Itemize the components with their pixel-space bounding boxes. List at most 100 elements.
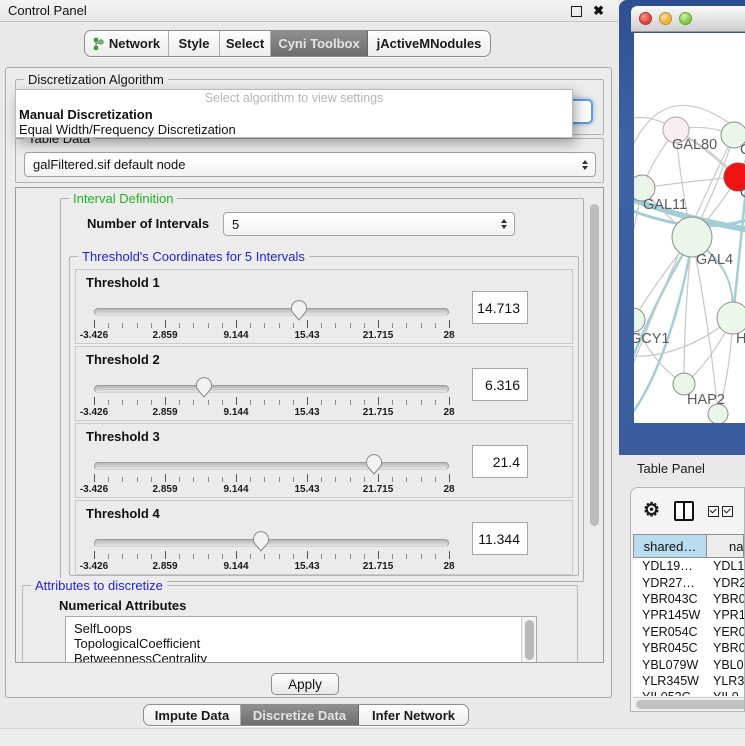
threshold-2-value-field[interactable]: 6.316 bbox=[472, 368, 528, 401]
tick-label: 21.715 bbox=[363, 484, 394, 495]
minimize-traffic-light-icon[interactable] bbox=[659, 12, 672, 25]
network-window-titlebar[interactable] bbox=[631, 6, 745, 32]
tick-mark bbox=[122, 554, 123, 559]
tick-mark bbox=[350, 400, 351, 405]
table-row[interactable]: YDL19…YDL1 bbox=[633, 558, 744, 574]
numerical-attributes-list[interactable]: SelfLoopsTopologicalCoefficientBetweenne… bbox=[65, 616, 537, 663]
table-row[interactable]: YDR27…YDR2 bbox=[633, 574, 744, 590]
threshold-4-slider[interactable]: -3.4262.8599.14415.4321.71528 bbox=[94, 531, 449, 573]
tick-mark bbox=[335, 323, 336, 328]
tick-mark bbox=[279, 554, 280, 559]
tick-mark bbox=[364, 477, 365, 482]
tick-mark bbox=[364, 400, 365, 405]
attributes-group-title: Attributes to discretize bbox=[31, 578, 167, 593]
tab-style[interactable]: Style bbox=[169, 31, 220, 56]
threshold-3-slider[interactable]: -3.4262.8599.14415.4321.71528 bbox=[94, 454, 449, 496]
vertical-scrollbar[interactable] bbox=[590, 204, 599, 526]
zoom-traffic-light-icon[interactable] bbox=[679, 12, 692, 25]
tick-mark bbox=[179, 400, 180, 405]
slider-track[interactable] bbox=[94, 462, 449, 470]
number-of-intervals-combobox[interactable]: 5 bbox=[223, 212, 515, 236]
slider-thumb[interactable] bbox=[252, 530, 270, 552]
tick-label: 28 bbox=[443, 561, 454, 572]
threshold-2-panel: Threshold 2 -3.4262.8599.14415.4321.7152… bbox=[75, 346, 573, 421]
slider-ticks bbox=[94, 474, 449, 483]
network-node-label: GCY1 bbox=[634, 331, 670, 347]
table-cell: YBR043C bbox=[633, 592, 707, 606]
tick-mark bbox=[165, 474, 166, 482]
table-row[interactable]: YER054CYER0 bbox=[633, 624, 744, 640]
slider-thumb[interactable] bbox=[365, 453, 383, 475]
table-row[interactable]: YBR045CYBR0 bbox=[633, 640, 744, 656]
apply-button[interactable]: Apply bbox=[271, 673, 339, 695]
network-node-GCY1[interactable] bbox=[634, 308, 645, 332]
dropdown-option-equal-width-frequency[interactable]: Equal Width/Frequency Discretization bbox=[16, 122, 572, 137]
tick-label: 15.43 bbox=[294, 330, 319, 341]
threshold-2-slider[interactable]: -3.4262.8599.14415.4321.71528 bbox=[94, 377, 449, 419]
threshold-3-value-field[interactable]: 21.4 bbox=[472, 445, 528, 478]
list-item[interactable]: SelfLoops bbox=[66, 621, 536, 636]
tick-mark bbox=[208, 554, 209, 559]
tick-mark bbox=[222, 554, 223, 559]
gear-icon[interactable]: ⚙ bbox=[643, 501, 660, 521]
tick-mark bbox=[279, 400, 280, 405]
tab-jactivemnodules[interactable]: jActiveMNodules bbox=[368, 31, 490, 56]
table-row[interactable]: YIL052CYIL0 bbox=[633, 689, 744, 696]
slider-thumb[interactable] bbox=[290, 299, 308, 321]
column-header-shared-name[interactable]: shared… bbox=[633, 534, 707, 558]
tick-mark bbox=[293, 554, 294, 559]
horizontal-scrollbar-thumb[interactable] bbox=[636, 700, 745, 709]
tick-mark bbox=[335, 554, 336, 559]
tick-mark bbox=[364, 554, 365, 559]
tab-discretize-data[interactable]: Discretize Data bbox=[241, 705, 359, 725]
close-icon[interactable]: ✖ bbox=[593, 2, 604, 19]
tick-label: 15.43 bbox=[294, 407, 319, 418]
network-canvas[interactable]: GAL80GACGAL11GAL4GCY1HHAP2 bbox=[634, 33, 745, 423]
network-edge[interactable] bbox=[634, 320, 684, 384]
column-header-name[interactable]: na bbox=[707, 534, 744, 558]
table-row[interactable]: YLR345WYLR3 bbox=[633, 673, 744, 689]
tick-mark bbox=[264, 400, 265, 405]
tab-label: Discretize Data bbox=[253, 708, 346, 723]
tick-mark bbox=[151, 477, 152, 482]
tick-mark bbox=[222, 400, 223, 405]
tab-select[interactable]: Select bbox=[220, 31, 271, 56]
tab-label: Infer Network bbox=[372, 708, 455, 723]
list-scrollbar-thumb[interactable] bbox=[525, 620, 534, 660]
tick-mark bbox=[165, 551, 166, 559]
table-data-combobox[interactable]: galFiltered.sif default node bbox=[24, 152, 596, 177]
network-node-GAL4[interactable] bbox=[672, 217, 712, 257]
table-row[interactable]: YBR043CYBR0 bbox=[633, 591, 744, 607]
tick-mark bbox=[250, 323, 251, 328]
tick-mark bbox=[193, 477, 194, 482]
slider-thumb[interactable] bbox=[195, 376, 213, 398]
tab-network[interactable]: Network bbox=[85, 31, 169, 56]
tick-mark bbox=[392, 323, 393, 328]
network-node-label: C bbox=[740, 185, 745, 201]
tick-mark bbox=[449, 397, 450, 405]
threshold-1-value-field[interactable]: 14.713 bbox=[472, 291, 528, 324]
split-columns-icon[interactable] bbox=[674, 501, 694, 521]
network-node-node-h[interactable] bbox=[717, 302, 745, 334]
table-row[interactable]: YBL079WYBL0 bbox=[633, 656, 744, 672]
tab-cyni-toolbox[interactable]: Cyni Toolbox bbox=[271, 31, 368, 56]
network-edge[interactable] bbox=[634, 239, 692, 383]
tab-infer-network[interactable]: Infer Network bbox=[359, 705, 468, 725]
tick-mark bbox=[222, 323, 223, 328]
threshold-1-slider[interactable]: -3.4262.8599.14415.4321.71528 bbox=[94, 300, 449, 342]
tick-label: 15.43 bbox=[294, 561, 319, 572]
list-item[interactable]: BetweennessCentrality bbox=[66, 651, 536, 663]
float-window-icon[interactable] bbox=[571, 6, 582, 17]
tick-mark bbox=[151, 323, 152, 328]
slider-track[interactable] bbox=[94, 539, 449, 547]
dropdown-option-manual-discretization[interactable]: Manual Discretization bbox=[16, 107, 572, 122]
close-traffic-light-icon[interactable] bbox=[639, 12, 652, 25]
threshold-4-value-field[interactable]: 11.344 bbox=[472, 522, 528, 555]
tab-impute-data[interactable]: Impute Data bbox=[144, 705, 241, 725]
select-columns-icon[interactable] bbox=[708, 506, 733, 517]
table-row[interactable]: YPR145WYPR1 bbox=[633, 607, 744, 623]
tick-mark bbox=[321, 554, 322, 559]
slider-track[interactable] bbox=[94, 308, 449, 316]
list-item[interactable]: TopologicalCoefficient bbox=[66, 636, 536, 651]
slider-track[interactable] bbox=[94, 385, 449, 393]
